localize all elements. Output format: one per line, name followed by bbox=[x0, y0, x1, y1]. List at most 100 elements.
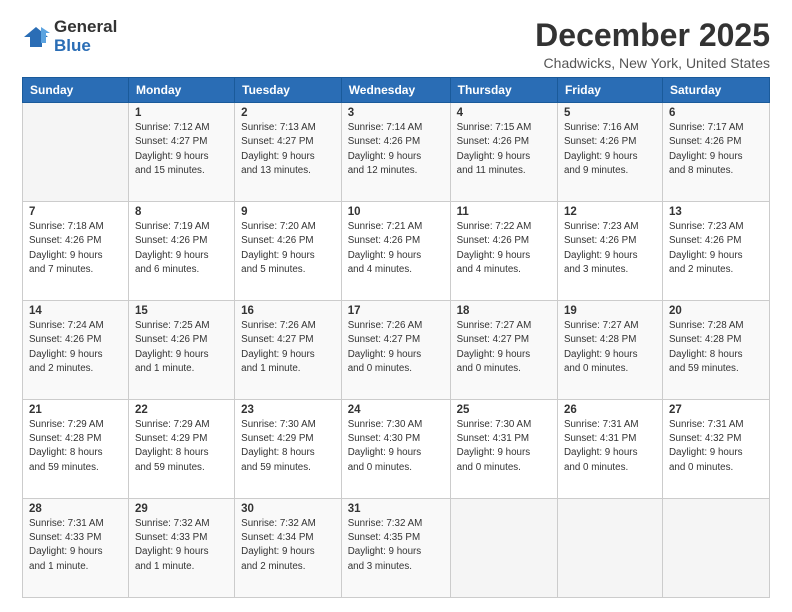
day-number: 10 bbox=[348, 206, 444, 218]
day-number: 5 bbox=[564, 107, 656, 119]
day-number: 3 bbox=[348, 107, 444, 119]
logo-text: General Blue bbox=[54, 18, 117, 55]
calendar-body: 1 Sunrise: 7:12 AM Sunset: 4:27 PM Daylig… bbox=[23, 103, 770, 598]
day-number: 6 bbox=[669, 107, 763, 119]
day-info: Sunrise: 7:16 AM Sunset: 4:26 PM Dayligh… bbox=[564, 121, 656, 178]
day-number: 29 bbox=[135, 503, 228, 515]
day-number: 17 bbox=[348, 305, 444, 317]
header: General Blue December 2025 Chadwicks, Ne… bbox=[22, 18, 770, 71]
calendar-cell bbox=[23, 103, 129, 202]
calendar-cell: 3 Sunrise: 7:14 AM Sunset: 4:26 PM Daylig… bbox=[341, 103, 450, 202]
day-number: 19 bbox=[564, 305, 656, 317]
weekday-header-friday: Friday bbox=[557, 78, 662, 103]
day-number: 16 bbox=[241, 305, 335, 317]
day-info: Sunrise: 7:27 AM Sunset: 4:28 PM Dayligh… bbox=[564, 319, 656, 376]
weekday-header-wednesday: Wednesday bbox=[341, 78, 450, 103]
calendar-cell: 6Sunrise: 7:17 AM Sunset: 4:26 PM Daylig… bbox=[662, 103, 769, 202]
day-number: 11 bbox=[457, 206, 551, 218]
title-area: December 2025 Chadwicks, New York, Unite… bbox=[535, 18, 770, 71]
day-number: 25 bbox=[457, 404, 551, 416]
calendar-cell: 8 Sunrise: 7:19 AM Sunset: 4:26 PM Daylig… bbox=[128, 202, 234, 301]
day-info: Sunrise: 7:30 AM Sunset: 4:29 PM Dayligh… bbox=[241, 418, 335, 475]
weekday-header-saturday: Saturday bbox=[662, 78, 769, 103]
day-info: Sunrise: 7:24 AM Sunset: 4:26 PM Dayligh… bbox=[29, 319, 122, 376]
calendar-cell: 18 Sunrise: 7:27 AM Sunset: 4:27 PM Dayli… bbox=[450, 301, 557, 400]
day-info: Sunrise: 7:14 AM Sunset: 4:26 PM Dayligh… bbox=[348, 121, 444, 178]
calendar-cell: 28 Sunrise: 7:31 AM Sunset: 4:33 PM Dayli… bbox=[23, 499, 129, 598]
calendar-cell: 27 Sunrise: 7:31 AM Sunset: 4:32 PM Dayli… bbox=[662, 400, 769, 499]
calendar-cell: 21 Sunrise: 7:29 AM Sunset: 4:28 PM Dayli… bbox=[23, 400, 129, 499]
calendar-week-3: 14Sunrise: 7:24 AM Sunset: 4:26 PM Dayli… bbox=[23, 301, 770, 400]
day-number: 18 bbox=[457, 305, 551, 317]
calendar-cell bbox=[662, 499, 769, 598]
day-info: Sunrise: 7:26 AM Sunset: 4:27 PM Dayligh… bbox=[348, 319, 444, 376]
day-number: 8 bbox=[135, 206, 228, 218]
day-info: Sunrise: 7:26 AM Sunset: 4:27 PM Dayligh… bbox=[241, 319, 335, 376]
calendar-cell: 23Sunrise: 7:30 AM Sunset: 4:29 PM Dayli… bbox=[235, 400, 342, 499]
calendar-cell: 12 Sunrise: 7:23 AM Sunset: 4:26 PM Dayli… bbox=[557, 202, 662, 301]
day-info: Sunrise: 7:30 AM Sunset: 4:30 PM Dayligh… bbox=[348, 418, 444, 475]
day-number: 31 bbox=[348, 503, 444, 515]
calendar-header: SundayMondayTuesdayWednesdayThursdayFrid… bbox=[23, 78, 770, 103]
logo-general-text: General bbox=[54, 18, 117, 37]
day-info: Sunrise: 7:18 AM Sunset: 4:26 PM Dayligh… bbox=[29, 220, 122, 277]
weekday-header-row: SundayMondayTuesdayWednesdayThursdayFrid… bbox=[23, 78, 770, 103]
day-info: Sunrise: 7:20 AM Sunset: 4:26 PM Dayligh… bbox=[241, 220, 335, 277]
day-info: Sunrise: 7:31 AM Sunset: 4:33 PM Dayligh… bbox=[29, 517, 122, 574]
day-info: Sunrise: 7:32 AM Sunset: 4:34 PM Dayligh… bbox=[241, 517, 335, 574]
calendar-cell: 30 Sunrise: 7:32 AM Sunset: 4:34 PM Dayli… bbox=[235, 499, 342, 598]
day-number: 4 bbox=[457, 107, 551, 119]
calendar-cell bbox=[450, 499, 557, 598]
day-number: 1 bbox=[135, 107, 228, 119]
calendar-cell bbox=[557, 499, 662, 598]
day-number: 26 bbox=[564, 404, 656, 416]
calendar-week-2: 7 Sunrise: 7:18 AM Sunset: 4:26 PM Daylig… bbox=[23, 202, 770, 301]
weekday-header-monday: Monday bbox=[128, 78, 234, 103]
calendar-cell: 14Sunrise: 7:24 AM Sunset: 4:26 PM Dayli… bbox=[23, 301, 129, 400]
day-number: 28 bbox=[29, 503, 122, 515]
day-info: Sunrise: 7:30 AM Sunset: 4:31 PM Dayligh… bbox=[457, 418, 551, 475]
day-number: 7 bbox=[29, 206, 122, 218]
day-info: Sunrise: 7:32 AM Sunset: 4:33 PM Dayligh… bbox=[135, 517, 228, 574]
logo-icon bbox=[22, 23, 50, 51]
page: General Blue December 2025 Chadwicks, Ne… bbox=[0, 0, 792, 612]
day-info: Sunrise: 7:12 AM Sunset: 4:27 PM Dayligh… bbox=[135, 121, 228, 178]
day-info: Sunrise: 7:13 AM Sunset: 4:27 PM Dayligh… bbox=[241, 121, 335, 178]
calendar-cell: 15Sunrise: 7:25 AM Sunset: 4:26 PM Dayli… bbox=[128, 301, 234, 400]
calendar-week-5: 28 Sunrise: 7:31 AM Sunset: 4:33 PM Dayli… bbox=[23, 499, 770, 598]
day-info: Sunrise: 7:19 AM Sunset: 4:26 PM Dayligh… bbox=[135, 220, 228, 277]
day-info: Sunrise: 7:22 AM Sunset: 4:26 PM Dayligh… bbox=[457, 220, 551, 277]
day-info: Sunrise: 7:29 AM Sunset: 4:28 PM Dayligh… bbox=[29, 418, 122, 475]
calendar-cell: 17 Sunrise: 7:26 AM Sunset: 4:27 PM Dayli… bbox=[341, 301, 450, 400]
calendar-cell: 7 Sunrise: 7:18 AM Sunset: 4:26 PM Daylig… bbox=[23, 202, 129, 301]
calendar-cell: 4Sunrise: 7:15 AM Sunset: 4:26 PM Daylig… bbox=[450, 103, 557, 202]
calendar-cell: 22Sunrise: 7:29 AM Sunset: 4:29 PM Dayli… bbox=[128, 400, 234, 499]
day-info: Sunrise: 7:23 AM Sunset: 4:26 PM Dayligh… bbox=[564, 220, 656, 277]
calendar-cell: 16 Sunrise: 7:26 AM Sunset: 4:27 PM Dayli… bbox=[235, 301, 342, 400]
day-info: Sunrise: 7:23 AM Sunset: 4:26 PM Dayligh… bbox=[669, 220, 763, 277]
day-info: Sunrise: 7:27 AM Sunset: 4:27 PM Dayligh… bbox=[457, 319, 551, 376]
day-info: Sunrise: 7:25 AM Sunset: 4:26 PM Dayligh… bbox=[135, 319, 228, 376]
calendar-cell: 29 Sunrise: 7:32 AM Sunset: 4:33 PM Dayli… bbox=[128, 499, 234, 598]
day-number: 22 bbox=[135, 404, 228, 416]
calendar-week-4: 21 Sunrise: 7:29 AM Sunset: 4:28 PM Dayli… bbox=[23, 400, 770, 499]
day-info: Sunrise: 7:28 AM Sunset: 4:28 PM Dayligh… bbox=[669, 319, 763, 376]
calendar-cell: 10 Sunrise: 7:21 AM Sunset: 4:26 PM Dayli… bbox=[341, 202, 450, 301]
day-number: 21 bbox=[29, 404, 122, 416]
calendar-cell: 1 Sunrise: 7:12 AM Sunset: 4:27 PM Daylig… bbox=[128, 103, 234, 202]
location-title: Chadwicks, New York, United States bbox=[535, 55, 770, 71]
day-number: 20 bbox=[669, 305, 763, 317]
day-number: 27 bbox=[669, 404, 763, 416]
day-info: Sunrise: 7:31 AM Sunset: 4:32 PM Dayligh… bbox=[669, 418, 763, 475]
day-info: Sunrise: 7:21 AM Sunset: 4:26 PM Dayligh… bbox=[348, 220, 444, 277]
weekday-header-tuesday: Tuesday bbox=[235, 78, 342, 103]
day-number: 9 bbox=[241, 206, 335, 218]
weekday-header-thursday: Thursday bbox=[450, 78, 557, 103]
day-number: 30 bbox=[241, 503, 335, 515]
day-number: 12 bbox=[564, 206, 656, 218]
day-number: 2 bbox=[241, 107, 335, 119]
calendar-cell: 24Sunrise: 7:30 AM Sunset: 4:30 PM Dayli… bbox=[341, 400, 450, 499]
day-number: 13 bbox=[669, 206, 763, 218]
calendar-week-1: 1 Sunrise: 7:12 AM Sunset: 4:27 PM Daylig… bbox=[23, 103, 770, 202]
calendar-table: SundayMondayTuesdayWednesdayThursdayFrid… bbox=[22, 77, 770, 598]
